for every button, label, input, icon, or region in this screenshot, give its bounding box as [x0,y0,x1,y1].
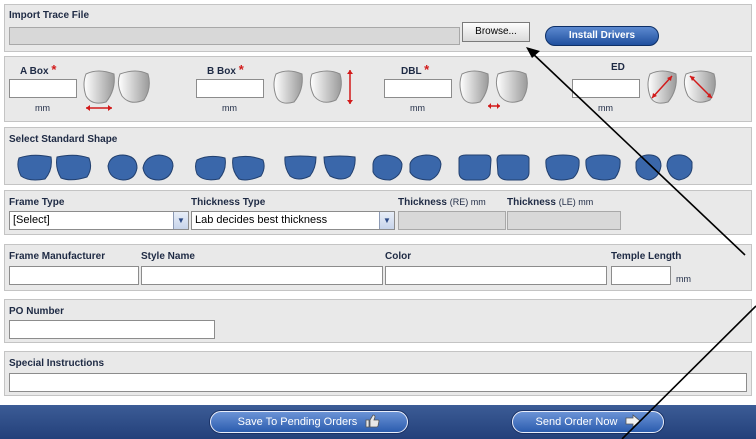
ed-input[interactable] [572,79,640,98]
thickness-re-label: Thickness (RE) mm [398,197,486,208]
color-label: Color [385,251,412,262]
b-box-diagram-icon [273,70,353,104]
thickness-type-value: Lab decides best thickness [195,214,328,226]
chevron-down-icon[interactable]: ▼ [379,212,394,229]
send-label: Send Order Now [535,416,618,428]
a-box-input[interactable] [9,79,77,98]
save-label: Save To Pending Orders [237,416,358,428]
dbl-diagram-icon [459,70,528,109]
browse-button[interactable]: Browse... [462,22,530,42]
shape-4-icon[interactable] [282,152,358,182]
instructions-label: Special Instructions [9,358,105,369]
thickness-le-label: Thickness (LE) mm [507,197,594,208]
dbl-label: DBL * [401,62,430,77]
po-number-label: PO Number [9,306,65,317]
shape-2-icon[interactable] [105,152,177,182]
po-number-input[interactable] [9,320,215,339]
thumbs-up-icon [365,414,380,428]
instructions-input[interactable] [9,373,747,392]
b-box-unit: mm [222,103,237,113]
a-box-diagram-icon [83,70,150,111]
ed-unit: mm [598,103,613,113]
a-box-unit: mm [35,103,50,113]
style-name-label: Style Name [141,251,195,262]
shape-5-icon[interactable] [370,152,444,182]
manufacturer-label: Frame Manufacturer [9,251,106,262]
thickness-le-input [507,211,621,230]
b-box-input[interactable] [196,79,264,98]
send-order-button[interactable]: Send Order Now [512,411,664,433]
shape-6-icon[interactable] [456,152,532,182]
import-title: Import Trace File [9,10,90,21]
frame-type-select[interactable]: [Select] ▼ [9,211,189,230]
install-drivers-button[interactable]: Install Drivers [545,26,659,46]
ed-diagram-icon [647,70,716,104]
manufacturer-input[interactable] [9,266,139,285]
shape-3-icon[interactable] [193,152,267,182]
thickness-type-label: Thickness Type [191,197,266,208]
frame-type-label: Frame Type [9,197,65,208]
save-to-pending-button[interactable]: Save To Pending Orders [210,411,408,433]
shape-8-icon[interactable] [633,152,695,182]
shape-7-icon[interactable] [543,152,623,182]
b-box-label: B Box * [207,62,244,77]
color-input[interactable] [385,266,607,285]
shape-title: Select Standard Shape [9,134,118,145]
thickness-re-input [398,211,506,230]
a-box-label: A Box * [20,62,57,77]
thickness-type-select[interactable]: Lab decides best thickness ▼ [191,211,395,230]
temple-length-label: Temple Length [611,251,682,262]
trace-file-input[interactable] [9,27,460,45]
frame-type-value: [Select] [13,214,50,226]
temple-length-input[interactable] [611,266,671,285]
chevron-down-icon[interactable]: ▼ [173,212,188,229]
dbl-unit: mm [410,103,425,113]
ed-label: ED [611,62,625,73]
temple-unit: mm [676,274,691,284]
shape-1-icon[interactable] [15,152,95,182]
dbl-input[interactable] [384,79,452,98]
send-arrow-icon [625,414,641,428]
style-name-input[interactable] [141,266,383,285]
